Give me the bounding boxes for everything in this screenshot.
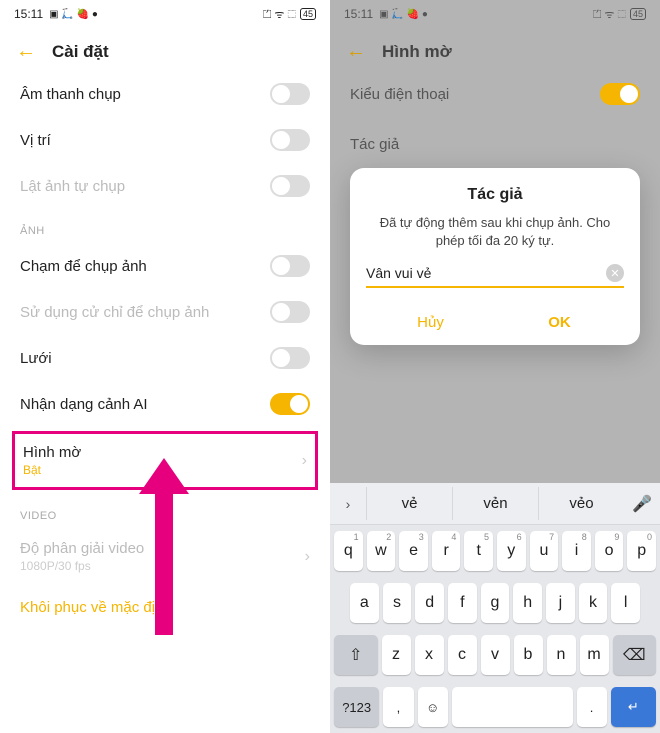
- key-backspace[interactable]: ⌫: [613, 635, 657, 675]
- ok-button[interactable]: OK: [495, 300, 624, 345]
- chevron-right-icon: ›: [302, 452, 307, 470]
- toggle-tap-shoot[interactable]: [270, 255, 310, 277]
- clear-input-icon[interactable]: ✕: [606, 264, 624, 282]
- row-location[interactable]: Vị trí: [0, 117, 330, 163]
- row-shutter-sound[interactable]: Âm thanh chụp: [0, 71, 330, 117]
- status-right-icons: ⏍ ᯤ ⬚45: [593, 7, 646, 22]
- key-r[interactable]: 4r: [432, 531, 461, 571]
- key-q[interactable]: 1q: [334, 531, 363, 571]
- toggle-phone-model[interactable]: [600, 83, 640, 105]
- status-bar: 15:11 ▣ 🛴 🍓 ● ⏍ ᯤ ⬚45: [0, 0, 330, 28]
- toggle-ai-scene[interactable]: [270, 393, 310, 415]
- dialog-title: Tác giả: [366, 186, 624, 204]
- key-comma[interactable]: ,: [383, 687, 413, 727]
- toggle-shutter-sound[interactable]: [270, 83, 310, 105]
- key-space[interactable]: [452, 687, 573, 727]
- key-i[interactable]: 8i: [562, 531, 591, 571]
- row-gesture-shoot: Sử dụng cử chỉ để chụp ảnh: [0, 289, 330, 335]
- row-grid[interactable]: Lưới: [0, 335, 330, 381]
- key-l[interactable]: l: [611, 583, 640, 623]
- key-s[interactable]: s: [383, 583, 412, 623]
- row-tap-shoot[interactable]: Chạm để chụp ảnh: [0, 243, 330, 289]
- suggestion-1[interactable]: vẻ: [366, 487, 452, 520]
- collapse-suggestions-icon[interactable]: ›: [330, 496, 366, 512]
- author-dialog: Tác giả Đã tự động thêm sau khi chụp ảnh…: [350, 168, 640, 345]
- key-g[interactable]: g: [481, 583, 510, 623]
- key-row-1: 1q 2w 3e 4r 5t 6y 7u 8i 9o 0p: [330, 525, 660, 577]
- key-numbers[interactable]: ?123: [334, 687, 379, 727]
- key-period[interactable]: .: [577, 687, 607, 727]
- toggle-grid[interactable]: [270, 347, 310, 369]
- key-n[interactable]: n: [547, 635, 576, 675]
- toggle-flip-selfie: [270, 175, 310, 197]
- back-icon[interactable]: ←: [16, 40, 36, 63]
- key-u[interactable]: 7u: [530, 531, 559, 571]
- key-o[interactable]: 9o: [595, 531, 624, 571]
- status-app-icons: ▣ 🛴 🍓 ●: [379, 9, 428, 20]
- page-title: Hình mờ: [382, 42, 452, 62]
- row-flip-selfie: Lật ảnh tự chụp: [0, 163, 330, 209]
- page-title: Cài đặt: [52, 42, 109, 62]
- key-t[interactable]: 5t: [464, 531, 493, 571]
- toggle-location[interactable]: [270, 129, 310, 151]
- settings-screen: 15:11 ▣ 🛴 🍓 ● ⏍ ᯤ ⬚45 ← Cài đặt Âm thanh…: [0, 0, 330, 733]
- key-m[interactable]: m: [580, 635, 609, 675]
- annotation-arrow: [135, 480, 195, 650]
- status-time: 15:11: [14, 7, 43, 21]
- header: ← Cài đặt: [0, 28, 330, 71]
- key-d[interactable]: d: [415, 583, 444, 623]
- key-c[interactable]: c: [448, 635, 477, 675]
- key-w[interactable]: 2w: [367, 531, 396, 571]
- key-z[interactable]: z: [382, 635, 411, 675]
- key-b[interactable]: b: [514, 635, 543, 675]
- key-row-2: a s d f g h j k l: [330, 577, 660, 629]
- watermark-screen: 15:11 ▣ 🛴 🍓 ● ⏍ ᯤ ⬚45 ← Hình mờ Kiểu điệ…: [330, 0, 660, 733]
- key-shift[interactable]: ⇧: [334, 635, 378, 675]
- key-enter[interactable]: ↵: [611, 687, 656, 727]
- chevron-right-icon: ›: [305, 548, 310, 566]
- status-bar: 15:11 ▣ 🛴 🍓 ● ⏍ ᯤ ⬚45: [330, 0, 660, 28]
- key-j[interactable]: j: [546, 583, 575, 623]
- suggestion-bar: › vẻ vẻn vẻo 🎤: [330, 483, 660, 525]
- status-app-icons: ▣ 🛴 🍓 ●: [49, 9, 98, 20]
- dialog-description: Đã tự động thêm sau khi chụp ảnh. Cho ph…: [366, 214, 624, 250]
- status-right-icons: ⏍ ᯤ ⬚45: [263, 7, 316, 22]
- key-x[interactable]: x: [415, 635, 444, 675]
- header: ← Hình mờ: [330, 28, 660, 71]
- status-time: 15:11: [344, 7, 373, 21]
- key-e[interactable]: 3e: [399, 531, 428, 571]
- cancel-button[interactable]: Hủy: [366, 300, 495, 345]
- row-phone-model[interactable]: Kiểu điện thoại: [330, 71, 660, 117]
- key-y[interactable]: 6y: [497, 531, 526, 571]
- row-ai-scene[interactable]: Nhận dạng cảnh AI: [0, 381, 330, 427]
- suggestion-3[interactable]: vẻo: [538, 487, 624, 520]
- suggestion-2[interactable]: vẻn: [452, 487, 538, 520]
- key-p[interactable]: 0p: [627, 531, 656, 571]
- row-author[interactable]: Tác giả: [330, 117, 660, 161]
- author-input[interactable]: [366, 265, 606, 281]
- key-k[interactable]: k: [579, 583, 608, 623]
- section-photo: ẢNH: [0, 209, 330, 243]
- keyboard: › vẻ vẻn vẻo 🎤 1q 2w 3e 4r 5t 6y 7u 8i 9…: [330, 483, 660, 733]
- toggle-gesture-shoot: [270, 301, 310, 323]
- key-row-4: ?123 , ☺ . ↵: [330, 681, 660, 733]
- key-emoji[interactable]: ☺: [418, 687, 448, 727]
- key-f[interactable]: f: [448, 583, 477, 623]
- key-a[interactable]: a: [350, 583, 379, 623]
- key-row-3: ⇧ z x c v b n m ⌫: [330, 629, 660, 681]
- back-icon[interactable]: ←: [346, 40, 366, 63]
- mic-icon[interactable]: 🎤: [624, 494, 660, 514]
- key-v[interactable]: v: [481, 635, 510, 675]
- key-h[interactable]: h: [513, 583, 542, 623]
